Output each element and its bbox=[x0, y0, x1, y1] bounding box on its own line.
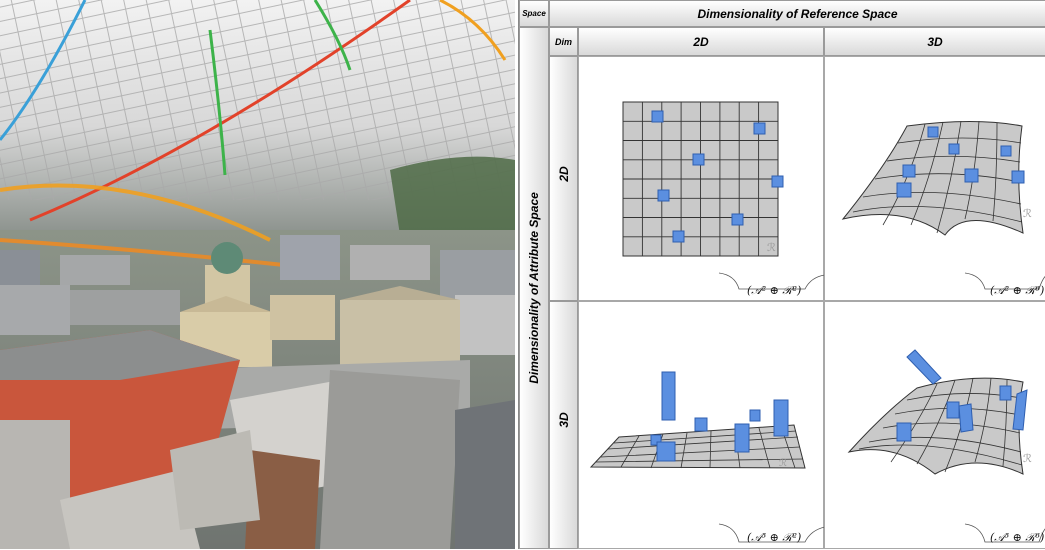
marker bbox=[948, 143, 960, 155]
cell-a3-r3-graphic: ℛ bbox=[847, 349, 1045, 543]
column-header-2d: 2D bbox=[578, 27, 824, 56]
marker bbox=[999, 385, 1012, 401]
cell-a2-r2: ℛ (𝒜² ⊕ ℛ²) bbox=[578, 56, 825, 301]
bar bbox=[958, 403, 974, 433]
marker bbox=[1011, 170, 1025, 184]
cell-a2-r2-graphic: ℛ bbox=[622, 101, 825, 290]
row-header-3d-text: 3D bbox=[556, 412, 571, 428]
reference-space-header: Dimensionality of Reference Space bbox=[549, 0, 1045, 27]
marker bbox=[896, 182, 912, 198]
bar bbox=[749, 409, 761, 422]
city-scene bbox=[0, 0, 515, 549]
marker bbox=[731, 213, 744, 226]
r-watermark: ℛ bbox=[1023, 207, 1032, 220]
formula-a2-r2: (𝒜² ⊕ ℛ²) bbox=[747, 284, 802, 297]
space-dimensionality-matrix: Space Dimensionality of Reference Space … bbox=[518, 0, 1045, 549]
formula-a3-r3: (𝒜³ ⊕ ℛ³) bbox=[990, 531, 1045, 544]
attribute-space-header: Dimensionality of Attribute Space bbox=[519, 27, 549, 549]
dim-label: Dim bbox=[549, 27, 578, 56]
formula-a3-r2: (𝒜³ ⊕ ℛ²) bbox=[747, 531, 802, 544]
bar bbox=[906, 349, 942, 385]
cell-a2-r3: ℛ (𝒜² ⊕ ℛ³) bbox=[824, 56, 1045, 301]
cell-a3-r3: ℛ (𝒜³ ⊕ ℛ³) bbox=[824, 301, 1045, 549]
marker bbox=[946, 401, 960, 419]
cell-a2-r3-graphic: ℛ bbox=[841, 120, 1045, 290]
cell-a3-r2: ℛ (𝒜³ ⊕ ℛ²) bbox=[578, 301, 825, 549]
bar bbox=[661, 371, 676, 421]
marker bbox=[672, 230, 685, 243]
bar bbox=[773, 399, 789, 437]
curved-surface-2d bbox=[841, 120, 1024, 236]
marker bbox=[964, 168, 979, 183]
marker bbox=[651, 110, 664, 123]
bar bbox=[694, 417, 708, 432]
r-watermark: ℛ bbox=[767, 241, 776, 254]
marker bbox=[771, 175, 784, 188]
row-header-3d: 3D bbox=[549, 301, 578, 549]
r-watermark: ℛ bbox=[1023, 452, 1032, 465]
r-watermark: ℛ bbox=[779, 458, 787, 469]
curved-surface-3d bbox=[847, 377, 1024, 475]
marker bbox=[657, 189, 670, 202]
row-header-2d: 2D bbox=[549, 56, 578, 301]
attribute-space-header-text: Dimensionality of Attribute Space bbox=[527, 192, 541, 384]
bar bbox=[734, 423, 750, 453]
marker bbox=[896, 422, 912, 442]
marker bbox=[902, 164, 916, 178]
cell-a3-r2-graphic: ℛ bbox=[589, 371, 825, 543]
marker bbox=[753, 122, 766, 135]
column-header-3d: 3D bbox=[824, 27, 1045, 56]
marker bbox=[1000, 145, 1012, 157]
row-header-2d-text: 2D bbox=[556, 165, 571, 182]
city-3d-rendering bbox=[0, 0, 515, 549]
marker bbox=[927, 126, 939, 138]
bar bbox=[656, 441, 676, 462]
corner-space-label: Space bbox=[519, 0, 549, 27]
marker bbox=[692, 153, 705, 166]
formula-a2-r3: (𝒜² ⊕ ℛ³) bbox=[990, 284, 1045, 297]
